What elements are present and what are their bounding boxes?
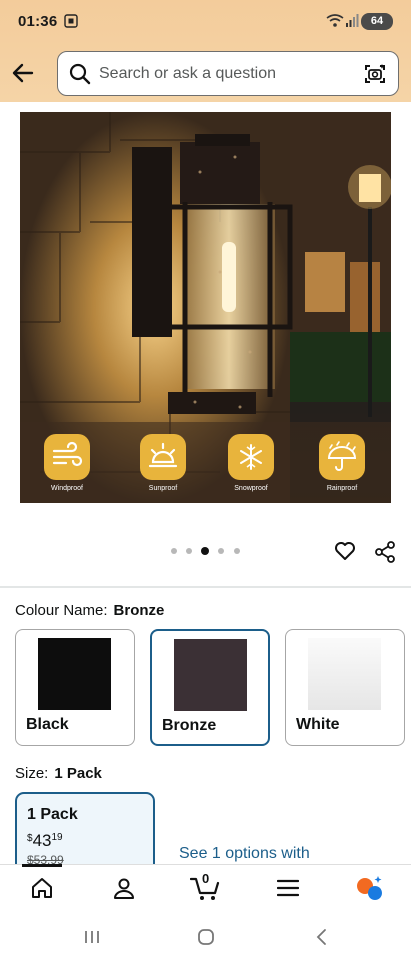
menu-icon[interactable] bbox=[277, 878, 299, 898]
status-bar: 01:36 64 bbox=[0, 0, 411, 44]
feature-badge-sunproof: Sunproof bbox=[138, 434, 188, 492]
swatch-image bbox=[308, 638, 381, 710]
umbrella-icon bbox=[327, 441, 357, 471]
colour-option-white[interactable]: White bbox=[285, 629, 405, 746]
colour-option-black[interactable]: Black bbox=[15, 629, 135, 746]
carousel-dot[interactable] bbox=[171, 548, 177, 554]
home-button-icon[interactable] bbox=[197, 928, 215, 946]
share-icon[interactable] bbox=[374, 540, 396, 564]
size-row: Size: 1 Pack bbox=[15, 765, 102, 782]
feature-label: Windproof bbox=[51, 485, 83, 492]
snowflake-icon bbox=[240, 444, 262, 470]
section-divider bbox=[0, 586, 411, 588]
wind-icon bbox=[52, 441, 83, 467]
carousel-dot[interactable] bbox=[218, 548, 224, 554]
swatch-label: White bbox=[296, 716, 340, 733]
carousel-dot[interactable] bbox=[186, 548, 192, 554]
rufus-assistant-icon[interactable] bbox=[355, 875, 383, 901]
carousel-dot[interactable] bbox=[234, 548, 240, 554]
back-arrow-icon[interactable] bbox=[10, 60, 36, 86]
home-icon[interactable] bbox=[30, 876, 54, 900]
swatch-label: Black bbox=[26, 716, 69, 733]
battery-indicator: 64 bbox=[361, 13, 393, 30]
signal-icon bbox=[346, 14, 359, 27]
screenshot-icon bbox=[64, 14, 78, 28]
recent-apps-icon[interactable] bbox=[84, 929, 100, 945]
feature-badge-rainproof: Rainproof bbox=[317, 434, 367, 492]
size-option-price: $4319 bbox=[27, 831, 63, 851]
colour-label: Colour Name: bbox=[15, 602, 108, 619]
size-option-title: 1 Pack bbox=[27, 806, 78, 823]
swatch-image bbox=[38, 638, 111, 710]
swatch-image bbox=[174, 639, 247, 711]
system-back-icon[interactable] bbox=[314, 928, 328, 946]
price-fraction: 19 bbox=[51, 832, 63, 843]
swatch-label: Bronze bbox=[162, 717, 217, 734]
status-time: 01:36 bbox=[18, 13, 58, 30]
price-whole: 43 bbox=[32, 831, 52, 850]
cart-count-badge: 0 bbox=[202, 871, 210, 886]
wifi-icon bbox=[326, 14, 344, 27]
size-label: Size: bbox=[15, 765, 49, 782]
colour-option-bronze[interactable]: Bronze bbox=[150, 629, 270, 746]
carousel-dot-active[interactable] bbox=[201, 547, 209, 555]
see-options-link[interactable]: See 1 options with bbox=[179, 845, 310, 863]
feature-badge-windproof: Windproof bbox=[42, 434, 92, 492]
feature-label: Sunproof bbox=[148, 485, 178, 492]
product-image[interactable]: Windproof Sunproof Snowproof Rainproof bbox=[20, 112, 391, 503]
search-icon bbox=[69, 63, 91, 85]
feature-label: Rainproof bbox=[326, 485, 358, 492]
account-icon[interactable] bbox=[112, 876, 136, 900]
price-currency: $ bbox=[27, 833, 33, 844]
sun-icon bbox=[148, 442, 178, 468]
feature-badge-snowproof: Snowproof bbox=[226, 434, 276, 492]
search-bar[interactable]: Search or ask a question bbox=[57, 51, 399, 96]
camera-search-icon[interactable] bbox=[363, 62, 387, 86]
wishlist-heart-icon[interactable] bbox=[333, 539, 357, 563]
active-tab-indicator bbox=[22, 864, 62, 867]
size-selected-value: 1 Pack bbox=[54, 765, 102, 782]
colour-selected-value: Bronze bbox=[113, 602, 165, 619]
feature-label: Snowproof bbox=[234, 485, 268, 492]
search-placeholder: Search or ask a question bbox=[99, 65, 276, 82]
colour-name-row: Colour Name: Bronze bbox=[15, 602, 164, 619]
